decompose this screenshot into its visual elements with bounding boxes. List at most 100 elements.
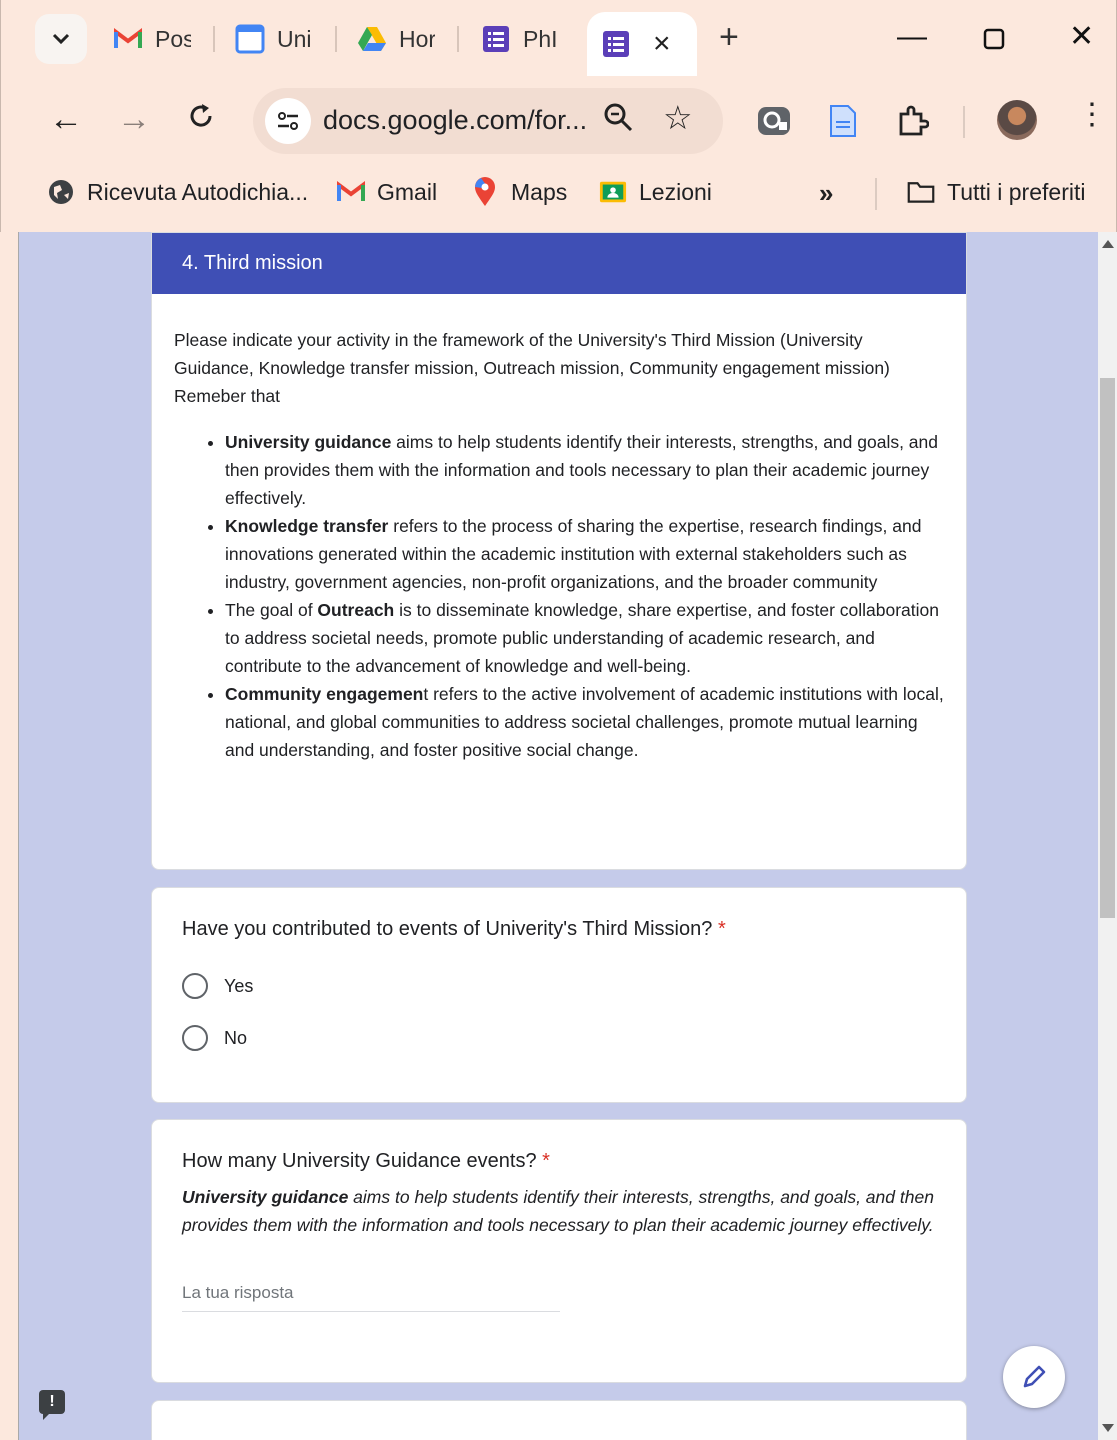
close-window-button[interactable]: ✕: [1069, 22, 1094, 52]
radio-option-no[interactable]: No: [182, 1021, 936, 1055]
maps-pin-icon: [471, 177, 499, 206]
question-card-guidance-events: How many University Guidance events? * U…: [151, 1119, 967, 1383]
forward-button[interactable]: →: [117, 102, 151, 136]
tab-title: Uni: [277, 25, 312, 52]
tab-title: Pos: [155, 25, 191, 52]
list-item: Community engagement refers to the activ…: [225, 680, 944, 764]
description-term: University guidance: [182, 1187, 349, 1207]
tab-divider: [457, 26, 459, 52]
tab-drive[interactable]: Hor: [357, 16, 435, 62]
edit-button[interactable]: [1003, 1346, 1065, 1408]
bullet-text: The goal of: [225, 600, 318, 620]
minimize-button[interactable]: —: [897, 22, 927, 52]
gmail-icon: [337, 178, 365, 206]
bookmark-label: Gmail: [377, 178, 438, 205]
question-description: University guidance aims to help student…: [182, 1183, 936, 1239]
bookmark-label: Maps: [511, 178, 568, 205]
all-bookmarks-button[interactable]: Tutti i preferiti: [907, 178, 1085, 206]
back-button[interactable]: ←: [49, 102, 83, 136]
gmail-icon: [113, 24, 143, 54]
maximize-button[interactable]: [983, 26, 1005, 56]
forms-icon: [601, 29, 631, 59]
section-title: 4. Third mission: [152, 233, 966, 294]
section-description: Please indicate your activity in the fra…: [152, 294, 966, 764]
tab-divider: [213, 26, 215, 52]
list-item: Knowledge transfer refers to the process…: [225, 512, 944, 596]
question-title: How many University Guidance events? *: [182, 1150, 936, 1173]
bookmark-lezioni[interactable]: Lezioni: [599, 178, 712, 206]
tab-gmail[interactable]: Pos: [113, 16, 191, 62]
question-text: Have you contributed to events of Univer…: [182, 918, 713, 940]
browser-menu-icon[interactable]: ⋮: [1077, 100, 1107, 130]
globe-icon: [47, 178, 75, 206]
pencil-icon: [1023, 1365, 1046, 1388]
list-item: University guidance aims to help student…: [225, 428, 944, 512]
more-bookmarks-button[interactable]: »: [819, 178, 833, 209]
folder-icon: [907, 178, 935, 206]
question-card-contributed: Have you contributed to events of Univer…: [151, 887, 967, 1103]
profile-avatar[interactable]: [997, 100, 1037, 140]
url-text: docs.google.com/for...: [323, 105, 588, 135]
bookmark-gmail[interactable]: Gmail: [337, 178, 437, 206]
radio-label: Yes: [224, 975, 254, 996]
all-bookmarks-label: Tutti i preferiti: [947, 178, 1086, 205]
drive-icon: [357, 24, 387, 54]
reload-icon: [190, 104, 212, 127]
section-reminder: Remeber that: [174, 386, 281, 406]
required-asterisk: *: [542, 1150, 550, 1172]
bullet-term: Knowledge transfer: [225, 516, 389, 536]
new-tab-button[interactable]: +: [719, 20, 739, 54]
definitions-list: University guidance aims to help student…: [174, 428, 944, 764]
bullet-term: University guidance: [225, 432, 392, 452]
bookmark-label: Lezioni: [639, 178, 712, 205]
bookmark-maps[interactable]: Maps: [471, 177, 568, 206]
radio-button[interactable]: [182, 973, 208, 999]
site-settings-icon[interactable]: [265, 98, 311, 144]
bookmarks-divider: [875, 178, 877, 210]
reload-button[interactable]: [187, 102, 215, 136]
bookmarks-bar: Ricevuta Autodichia... Gmail Maps Lezion…: [1, 166, 1116, 222]
forms-icon: [481, 24, 511, 54]
radio-option-yes[interactable]: Yes: [182, 969, 936, 1003]
bullet-term: Outreach: [317, 600, 395, 620]
maximize-icon: [983, 28, 1005, 50]
radio-label: No: [224, 1027, 248, 1048]
tab-search-button[interactable]: [35, 14, 87, 64]
next-question-card: [151, 1400, 967, 1440]
section-intro: Please indicate your activity in the fra…: [174, 330, 890, 378]
scroll-down-arrow[interactable]: [1102, 1424, 1114, 1432]
docs-extension-icon[interactable]: [829, 104, 857, 143]
bookmark-label: Ricevuta Autodichia...: [87, 178, 309, 205]
bookmark-star-icon[interactable]: ☆: [663, 101, 693, 134]
list-item: The goal of Outreach is to disseminate k…: [225, 596, 944, 680]
tab-title: Hor: [399, 25, 435, 52]
zoom-icon[interactable]: [603, 102, 633, 137]
tab-divider: [335, 26, 337, 52]
tab-strip: Pos Uni Hor PhI × + — ✕: [1, 0, 1116, 78]
question-title: Have you contributed to events of Univer…: [182, 918, 936, 941]
address-bar[interactable]: docs.google.com/for... ☆: [253, 88, 723, 154]
scrollbar-thumb[interactable]: [1100, 378, 1115, 918]
tab-title: PhI: [523, 25, 558, 52]
feedback-icon[interactable]: !: [39, 1390, 65, 1420]
tab-forms[interactable]: PhI: [481, 16, 559, 62]
tab-calendar[interactable]: Uni: [235, 16, 313, 62]
tab-active-form[interactable]: ×: [587, 12, 697, 76]
calendar-icon: [235, 24, 265, 54]
classroom-icon: [599, 178, 627, 206]
chevron-down-icon: [52, 33, 70, 45]
extension-icon[interactable]: [757, 104, 791, 143]
required-asterisk: *: [717, 918, 726, 940]
short-answer-input[interactable]: La tua risposta: [182, 1283, 560, 1312]
extensions-puzzle-icon[interactable]: [897, 104, 930, 141]
bookmark-ricevuta[interactable]: Ricevuta Autodichia...: [47, 178, 308, 206]
bullet-term: Community engagemen: [225, 684, 424, 704]
radio-button[interactable]: [182, 1025, 208, 1051]
section-card: 4. Third mission Please indicate your ac…: [151, 232, 967, 870]
toolbar-divider: [963, 106, 965, 138]
scroll-up-arrow[interactable]: [1102, 240, 1114, 248]
close-tab-icon[interactable]: ×: [653, 29, 671, 59]
page-scrollbar[interactable]: [1098, 232, 1117, 1440]
form-viewport: 4. Third mission Please indicate your ac…: [18, 232, 1098, 1440]
browser-chrome: Pos Uni Hor PhI × + — ✕ ← → docs.google.…: [0, 0, 1117, 232]
